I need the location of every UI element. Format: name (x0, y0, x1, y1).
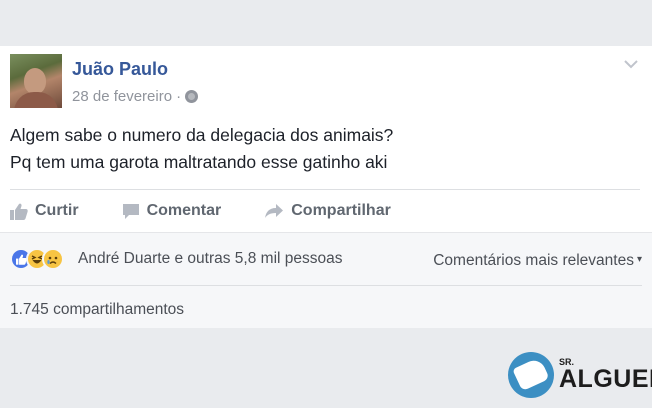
hand-logo-icon (508, 352, 554, 398)
share-arrow-icon (265, 204, 284, 218)
post-card: Juão Paulo 28 de fevereiro · Algem sabe … (0, 46, 652, 328)
shares-count[interactable]: 1.745 compartilhamentos (10, 301, 184, 319)
share-label: Compartilhar (291, 202, 391, 219)
comment-sort-dropdown[interactable]: Comentários mais relevantes ▾ (433, 252, 642, 270)
site-logo: SR. ALGUEM (508, 352, 652, 398)
speech-bubble-icon (122, 203, 139, 219)
reaction-icons[interactable] (10, 248, 64, 270)
avatar-face (24, 68, 46, 94)
like-label: Curtir (35, 202, 79, 219)
caret-down-icon: ▾ (636, 254, 642, 265)
post-text: Algem sabe o numero da delegacia dos ani… (10, 122, 393, 176)
likers-summary[interactable]: André Duarte e outras 5,8 mil pessoas (78, 250, 343, 268)
divider (10, 189, 640, 190)
sad-reaction-icon (42, 248, 64, 270)
globe-icon[interactable] (185, 90, 199, 103)
meta-separator: · (176, 88, 182, 105)
post-text-line: Pq tem uma garota maltratando esse gatin… (10, 152, 388, 172)
post-meta: 28 de fevereiro · (72, 88, 199, 105)
logo-name: ALGUEM (559, 365, 652, 393)
author-name[interactable]: Juão Paulo (72, 59, 168, 80)
action-bar: Curtir Comentar Compartilhar (10, 200, 391, 222)
post-text-line: Algem sabe o numero da delegacia dos ani… (10, 125, 394, 145)
comment-button[interactable]: Comentar (122, 202, 222, 220)
chevron-down-icon[interactable] (624, 56, 638, 72)
avatar-body (14, 92, 58, 108)
thumbs-up-icon (10, 203, 28, 220)
like-button[interactable]: Curtir (10, 202, 79, 220)
avatar[interactable] (10, 54, 62, 108)
reactions-bar: André Duarte e outras 5,8 mil pessoas Co… (0, 232, 652, 328)
share-button[interactable]: Compartilhar (264, 202, 391, 220)
divider (10, 285, 642, 286)
comment-sort-label: Comentários mais relevantes (433, 252, 634, 269)
logo-wordmark: SR. ALGUEM (559, 358, 652, 392)
comment-label: Comentar (146, 202, 222, 219)
post-date[interactable]: 28 de fevereiro (72, 88, 172, 105)
